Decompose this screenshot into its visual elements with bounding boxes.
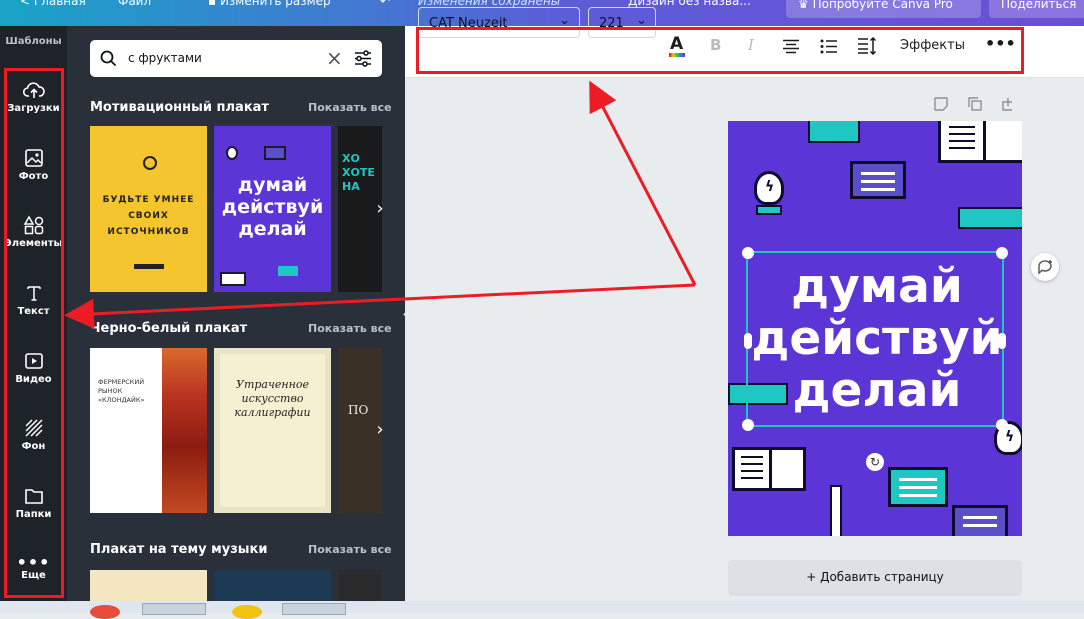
resize-handle[interactable] [996,247,1008,259]
fruit-photo [162,348,207,513]
app-icon[interactable] [232,605,262,619]
taskbar-app[interactable] [282,603,346,615]
add-page-button[interactable]: + Добавить страницу [728,560,1022,596]
chat-bubble-icon [850,161,906,199]
template-thumb[interactable] [90,570,207,601]
nav-templates[interactable]: Шаблоны [0,36,67,47]
search-icon [100,50,117,67]
thumb-text: ХО ХОТЕ НА [342,152,375,193]
logo-mark [134,264,164,269]
chat-bubble-icon [808,121,860,143]
highlight-left-nav [4,68,64,598]
add-page-icon[interactable] [1001,96,1017,112]
poster-canvas[interactable]: ϟ ϟ думай действуй делай ↻ [728,121,1022,536]
selected-text-box[interactable]: думай действуй делай [742,247,1008,431]
chat-bubble-icon [278,266,298,276]
book-icon [938,121,1022,163]
chat-bubble-icon [264,146,286,160]
lightbulb-icon [143,156,157,170]
ruler-icon [958,207,1022,229]
resize-handle[interactable] [996,419,1008,431]
search-box[interactable]: × [90,40,382,77]
duplicate-page-icon[interactable] [967,96,983,112]
filter-settings-icon[interactable] [354,50,372,67]
os-taskbar [0,601,1084,619]
next-arrow-icon[interactable]: › [369,199,391,221]
template-thumb[interactable]: ФЕРМЕРСКИЙ РЫНОК «КЛОНДАЙК» [90,348,207,513]
thumb-text: ПО [348,403,369,417]
thumb-text: думай действуй делай [221,174,324,240]
next-arrow-icon[interactable]: › [369,420,391,442]
lightbulb-icon [226,146,238,160]
poster-line-2: действуй [751,311,1003,366]
paper-card [220,354,325,507]
home-link[interactable]: < Главная [20,0,86,8]
show-all-music[interactable]: Показать все [308,543,392,556]
chat-bubble-icon [952,505,1008,536]
try-pro-button[interactable]: ♛ Попробуйте Canva Pro [786,0,981,18]
poster-line-3: делай [792,363,962,418]
template-thumb[interactable]: БУДЬТЕ УМНЕЕ СВОИХ ИСТОЧНИКОВ [90,126,207,292]
search-input[interactable] [128,48,313,68]
book-icon [732,447,806,491]
thumb-text: Утраченное искусство каллиграфии [234,378,311,419]
poster-line-1: думай [791,259,963,314]
undo-icon[interactable]: ↶ [380,0,390,8]
taskbar-app[interactable] [142,603,206,615]
resize-menu[interactable]: ▪ Изменить размер [208,0,331,8]
template-thumb[interactable] [338,570,382,601]
book-icon [220,272,246,286]
file-menu[interactable]: Файл [118,0,151,8]
rotate-handle-icon[interactable]: ↻ [866,453,884,471]
show-all-motivational[interactable]: Показать все [308,101,392,114]
app-icon[interactable] [90,605,120,619]
template-thumb[interactable]: Утраченное искусство каллиграфии [214,348,331,513]
chevron-down-icon: ⌄ [559,13,570,28]
chat-bubble-icon [888,467,948,507]
home-label: Главная [33,0,86,8]
note-icon[interactable] [933,96,949,112]
thumb-text: БУДЬТЕ УМНЕЕ СВОИХ ИСТОЧНИКОВ [102,195,195,237]
lightbulb-icon: ϟ [754,171,784,205]
section-title-motivational: Мотивационный плакат [90,100,269,115]
template-thumb[interactable]: думай действуй делай [214,126,331,292]
comment-button[interactable] [1031,253,1059,281]
pencil-icon [830,485,842,536]
share-button[interactable]: Поделиться [989,0,1084,18]
try-pro-label: Попробуйте Canva Pro [812,0,953,11]
template-thumb[interactable] [214,570,331,601]
highlight-toolbar [416,27,1024,74]
resize-label: Изменить размер [219,0,331,8]
section-title-bw: Черно-белый плакат [90,321,248,336]
resize-handle[interactable] [742,247,754,259]
clear-search-icon[interactable]: × [326,46,343,70]
resize-handle[interactable] [742,419,754,431]
chevron-down-icon: ⌄ [636,13,647,28]
section-title-music: Плакат на тему музыки [90,542,268,557]
show-all-bw[interactable]: Показать все [308,322,392,335]
lightbulb-base [756,205,782,215]
comment-add-icon [1038,260,1052,275]
thumb-text: ФЕРМЕРСКИЙ РЫНОК «КЛОНДАЙК» [98,378,145,404]
